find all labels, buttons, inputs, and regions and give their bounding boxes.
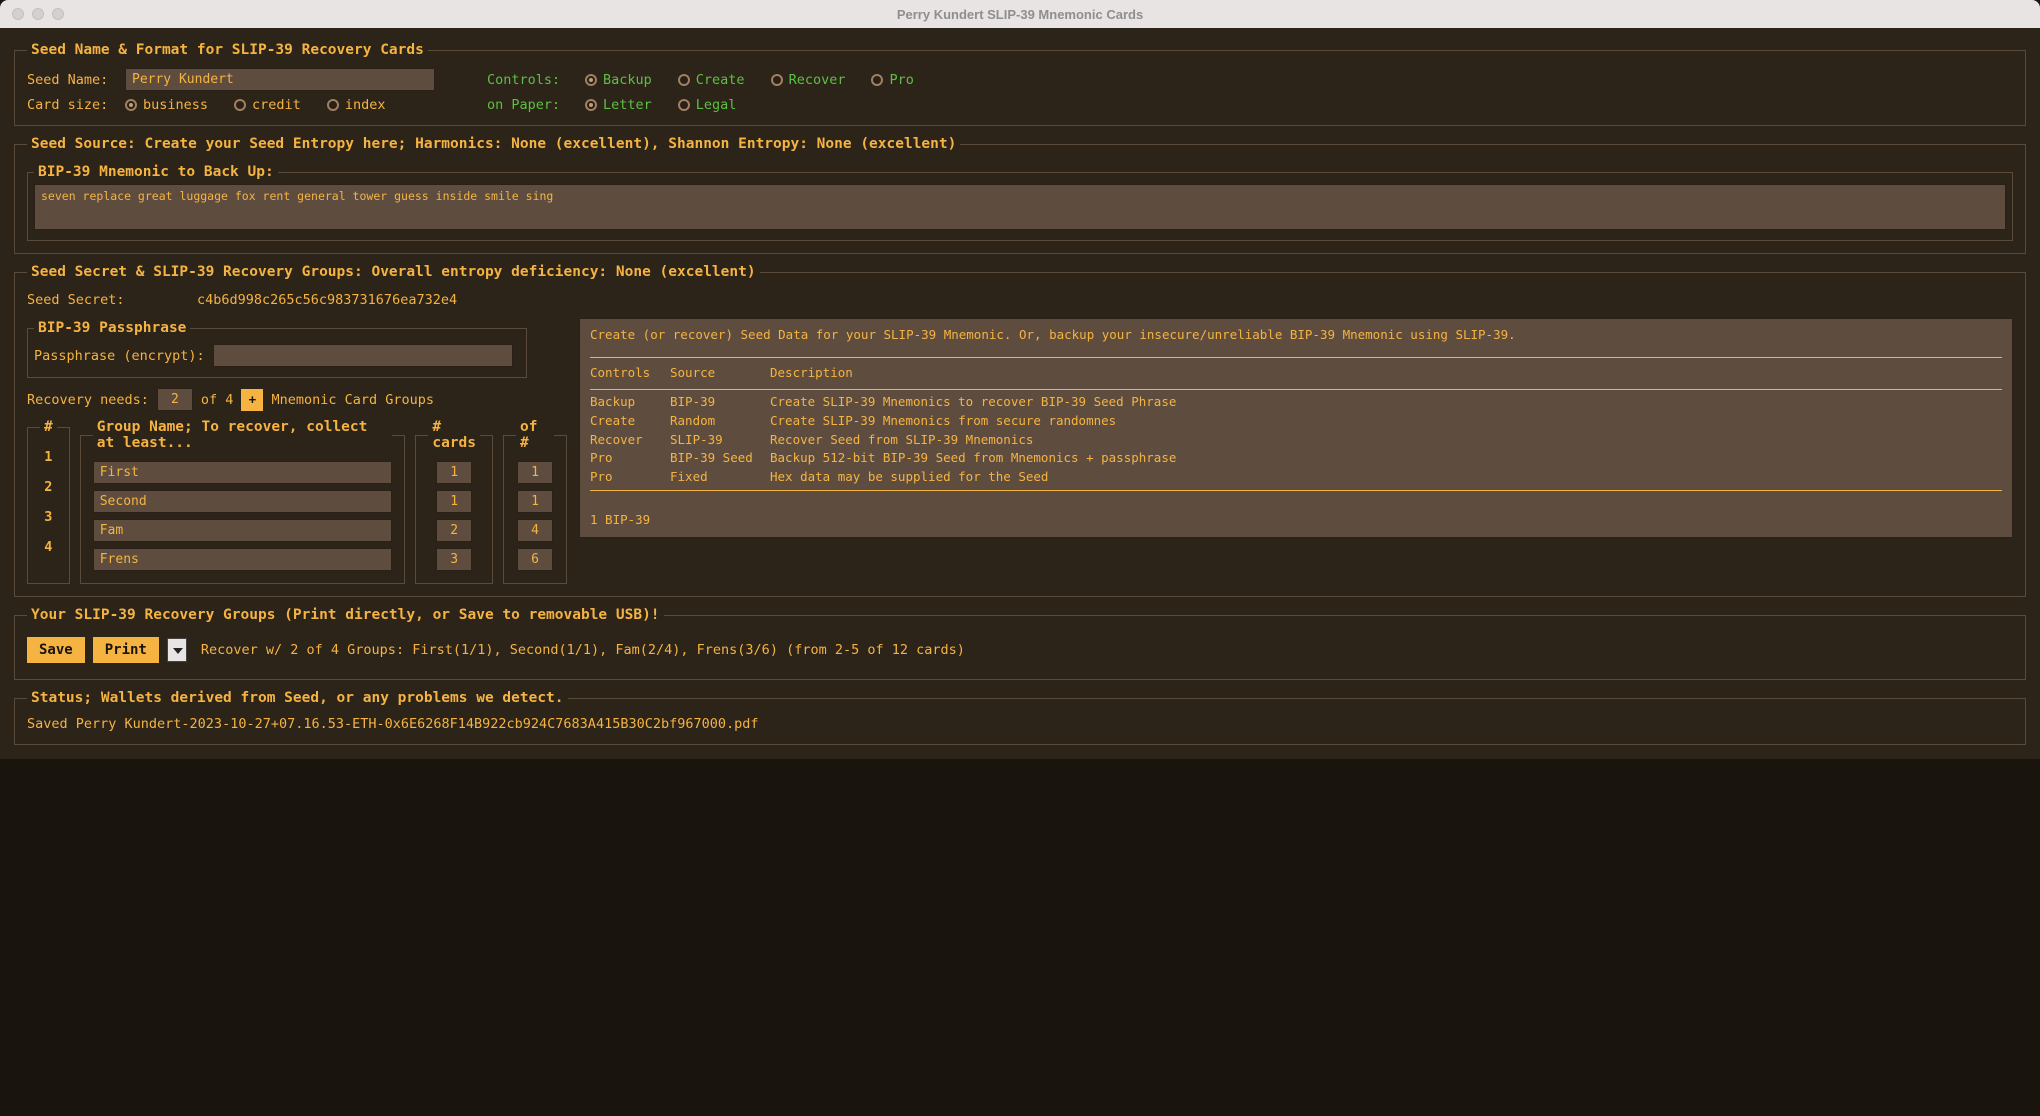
seed-secret-label: Seed Secret: (27, 292, 167, 308)
card-size-index-radio[interactable]: index (327, 97, 386, 113)
seed-name-format-legend: Seed Name & Format for SLIP-39 Recovery … (27, 42, 428, 58)
info-row: BackupBIP-39Create SLIP-39 Mnemonics to … (590, 393, 2002, 412)
group-of-column: of # (503, 419, 567, 584)
controls-pro-radio[interactable]: Pro (871, 72, 913, 88)
info-row: RecoverSLIP-39Recover Seed from SLIP-39 … (590, 431, 2002, 450)
info-th-source: Source (670, 361, 770, 386)
controls-create-radio[interactable]: Create (678, 72, 745, 88)
info-intro: Create (or recover) Seed Data for your S… (590, 327, 2002, 344)
bip39-passphrase-legend: BIP-39 Passphrase (34, 320, 190, 336)
controls-backup-radio[interactable]: Backup (585, 72, 652, 88)
seed-name-input[interactable] (125, 68, 435, 91)
seed-secret-value: c4b6d998c265c56c983731676ea732e4 (197, 292, 457, 308)
controls-recover-radio[interactable]: Recover (771, 72, 846, 88)
group-of-input[interactable] (517, 548, 553, 571)
group-cards-input[interactable] (436, 461, 472, 484)
group-of-input[interactable] (517, 490, 553, 513)
info-table: Controls Source Description (590, 361, 2002, 386)
recovery-of-label: of 4 (201, 392, 234, 408)
status-section: Status; Wallets derived from Seed, or an… (14, 690, 2026, 745)
add-group-button[interactable]: + (241, 389, 263, 411)
recovery-groups-output-legend: Your SLIP-39 Recovery Groups (Print dire… (27, 607, 664, 623)
recovery-needs-label: Recovery needs: (27, 392, 149, 408)
bip39-mnemonic-fieldset: BIP-39 Mnemonic to Back Up: seven replac… (27, 164, 2013, 241)
window-titlebar: Perry Kundert SLIP-39 Mnemonic Cards (0, 0, 2040, 28)
status-legend: Status; Wallets derived from Seed, or an… (27, 690, 568, 706)
save-button[interactable]: Save (27, 637, 85, 663)
group-name-legend: Group Name; To recover, collect at least… (93, 419, 393, 451)
group-of-legend: of # (516, 419, 554, 451)
group-cards-input[interactable] (436, 548, 472, 571)
bip39-passphrase-fieldset: BIP-39 Passphrase Passphrase (encrypt): (27, 320, 527, 378)
mnemonic-groups-label: Mnemonic Card Groups (271, 392, 434, 408)
on-paper-label: on Paper: (487, 97, 577, 113)
info-row: ProBIP-39 SeedBackup 512-bit BIP-39 Seed… (590, 449, 2002, 468)
group-of-input[interactable] (517, 519, 553, 542)
seed-name-format-section: Seed Name & Format for SLIP-39 Recovery … (14, 42, 2026, 126)
card-size-business-radio[interactable]: business (125, 97, 208, 113)
group-index: 2 (44, 475, 52, 499)
paper-legal-radio[interactable]: Legal (678, 97, 737, 113)
group-index: 3 (44, 505, 52, 529)
card-size-label: Card size: (27, 97, 117, 113)
group-index-legend: # (40, 419, 57, 435)
group-index: 1 (44, 445, 52, 469)
group-cards-input[interactable] (436, 519, 472, 542)
group-name-input[interactable] (93, 490, 393, 513)
info-th-desc: Description (770, 361, 2002, 386)
recovery-groups-output-section: Your SLIP-39 Recovery Groups (Print dire… (14, 607, 2026, 680)
seed-source-legend: Seed Source: Create your Seed Entropy he… (27, 136, 960, 152)
seed-secret-legend: Seed Secret & SLIP-39 Recovery Groups: O… (27, 264, 760, 280)
group-index: 4 (44, 535, 52, 559)
seed-secret-section: Seed Secret & SLIP-39 Recovery Groups: O… (14, 264, 2026, 597)
recovery-needs-input[interactable] (157, 388, 193, 411)
bip39-mnemonic-input[interactable]: seven replace great luggage fox rent gen… (34, 184, 2006, 230)
status-text: Saved Perry Kundert-2023-10-27+07.16.53-… (27, 716, 2013, 732)
group-name-input[interactable] (93, 519, 393, 542)
group-of-input[interactable] (517, 461, 553, 484)
group-name-input[interactable] (93, 548, 393, 571)
info-row: CreateRandomCreate SLIP-39 Mnemonics fro… (590, 412, 2002, 431)
passphrase-input[interactable] (213, 344, 513, 367)
info-panel: Create (or recover) Seed Data for your S… (579, 318, 2013, 538)
window-title: Perry Kundert SLIP-39 Mnemonic Cards (0, 7, 2040, 22)
seed-name-label: Seed Name: (27, 72, 117, 88)
group-cards-column: # cards (415, 419, 493, 584)
group-name-input[interactable] (93, 461, 393, 484)
card-size-credit-radio[interactable]: credit (234, 97, 301, 113)
group-cards-legend: # cards (428, 419, 480, 451)
seed-source-section: Seed Source: Create your Seed Entropy he… (14, 136, 2026, 254)
passphrase-label: Passphrase (encrypt): (34, 348, 205, 364)
print-button[interactable]: Print (93, 637, 159, 663)
paper-letter-radio[interactable]: Letter (585, 97, 652, 113)
info-th-controls: Controls (590, 361, 670, 386)
group-name-column: Group Name; To recover, collect at least… (80, 419, 406, 584)
bip39-mnemonic-legend: BIP-39 Mnemonic to Back Up: (34, 164, 278, 180)
info-footer: 1 BIP-39 (590, 502, 2002, 529)
controls-label: Controls: (487, 72, 577, 88)
print-options-dropdown[interactable] (167, 638, 187, 662)
info-row: ProFixedHex data may be supplied for the… (590, 468, 2002, 487)
group-index-column: # 1 2 3 4 (27, 419, 70, 584)
group-cards-input[interactable] (436, 490, 472, 513)
recovery-summary: Recover w/ 2 of 4 Groups: First(1/1), Se… (201, 642, 965, 658)
